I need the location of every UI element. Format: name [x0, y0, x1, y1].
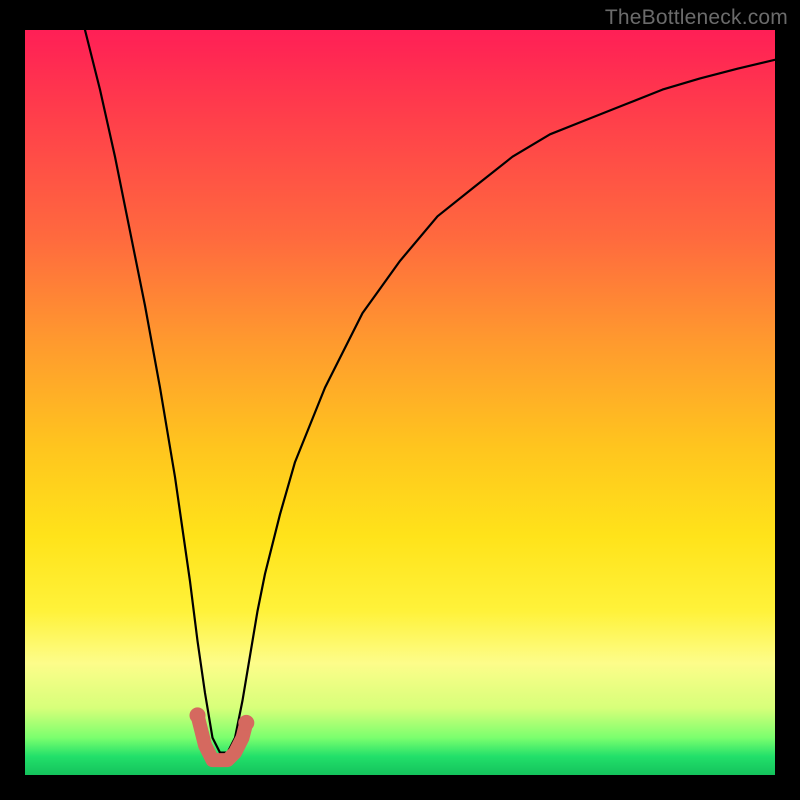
chart-frame: TheBottleneck.com [0, 0, 800, 800]
optimal-marker-endpoint [190, 707, 206, 723]
optimal-marker-endpoint [238, 715, 254, 731]
curve-layer [25, 30, 775, 775]
plot-area [25, 30, 775, 775]
bottleneck-curve [85, 30, 775, 753]
watermark-text: TheBottleneck.com [605, 6, 788, 30]
